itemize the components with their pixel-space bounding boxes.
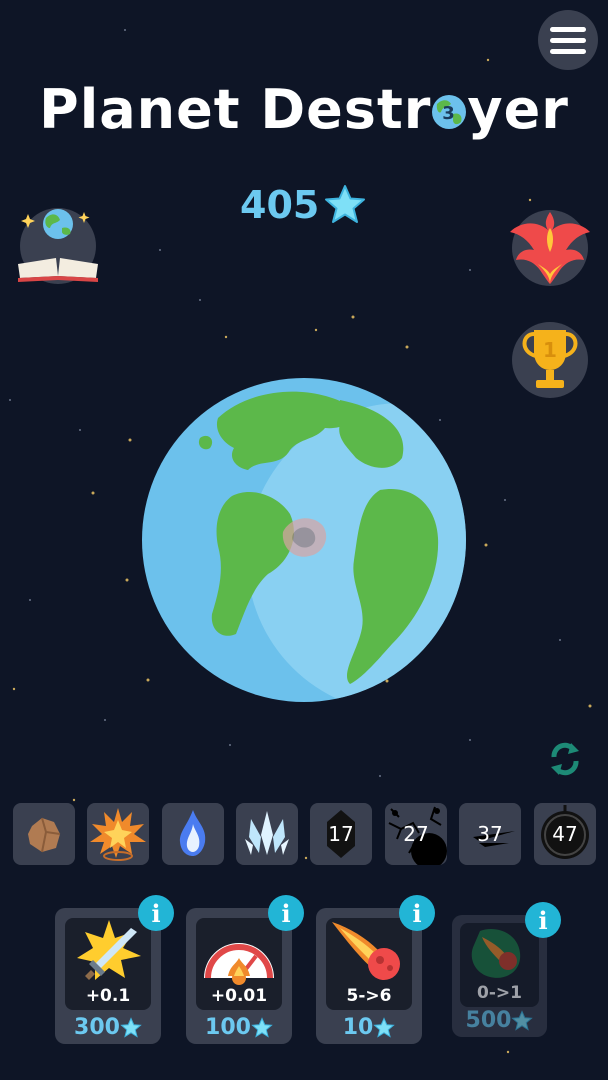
ice-crystal-icon <box>245 811 289 855</box>
upgrade-cost: 10 <box>316 1015 422 1040</box>
info-button[interactable]: i <box>399 895 435 931</box>
menu-button[interactable] <box>538 10 598 70</box>
element-explosion[interactable] <box>87 803 149 865</box>
element-dark-crystal[interactable]: 17 <box>310 803 372 865</box>
info-button[interactable]: i <box>525 902 561 938</box>
star-icon <box>325 185 366 223</box>
element-ice-crystal[interactable] <box>236 803 298 865</box>
element-unlock-level: 27 <box>403 822 429 846</box>
blue-fire-icon <box>179 810 206 856</box>
element-black-hole-cracks[interactable]: 27 <box>385 803 447 865</box>
upgrade-cost-value: 10 <box>342 1015 374 1040</box>
score-value: 405 <box>240 183 320 227</box>
green-meteor-icon <box>471 929 521 978</box>
upgrade-icon-frame: 0->1 <box>460 923 539 1007</box>
menu-bar <box>550 26 586 32</box>
game-title: Planet Destr 3 yer <box>0 78 608 141</box>
element-dark-slash[interactable]: 37 <box>459 803 521 865</box>
title-planet-icon: 3 <box>431 80 467 129</box>
upgrade-icon-frame: +0.1 <box>65 918 151 1010</box>
title-planet-badge: 3 <box>443 103 457 124</box>
book-globe-icon <box>18 209 98 282</box>
element-rock[interactable] <box>13 803 75 865</box>
encyclopedia-button[interactable] <box>18 208 98 284</box>
planet-earth[interactable] <box>140 378 468 702</box>
meteor-icon <box>332 922 400 980</box>
explosion-icon <box>90 808 146 861</box>
upgrade-cost-value: 300 <box>74 1015 120 1040</box>
star-icon <box>251 1016 273 1038</box>
upgrade-cost: 300 <box>55 1015 161 1040</box>
phoenix-button[interactable] <box>510 210 590 286</box>
upgrade-icon-frame: 5->6 <box>326 918 412 1010</box>
upgrade-icon-frame: +0.01 <box>196 918 282 1010</box>
title-text-end: yer <box>467 78 569 141</box>
svg-text:1: 1 <box>543 338 557 362</box>
element-dark-orb[interactable]: 47 <box>534 803 596 865</box>
rock-icon <box>28 817 61 853</box>
star-icon <box>120 1016 142 1038</box>
sword-icon <box>77 920 141 980</box>
refresh-icon[interactable] <box>546 740 584 778</box>
speedometer-icon <box>204 943 274 985</box>
upgrade-damage[interactable]: +0.1 300 <box>55 908 161 1044</box>
upgrade-meteor-count[interactable]: 5->6 10 <box>316 908 422 1044</box>
star-icon <box>511 1009 534 1031</box>
upgrade-effect: +0.1 <box>85 986 131 1006</box>
menu-bar <box>550 48 586 54</box>
leaderboard-button[interactable]: 1 <box>512 322 588 398</box>
upgrade-cost: 100 <box>186 1015 292 1040</box>
element-unlock-level: 17 <box>328 822 354 846</box>
star-icon <box>373 1016 396 1038</box>
upgrade-cost-value: 100 <box>205 1015 251 1040</box>
upgrade-effect: 5->6 <box>346 986 392 1006</box>
element-unlock-level: 47 <box>552 822 578 846</box>
info-button[interactable]: i <box>138 895 174 931</box>
upgrade-effect: 0->1 <box>477 983 522 1003</box>
upgrade-cost: 500 <box>452 1008 547 1033</box>
score-display: 405 <box>240 180 367 230</box>
title-text-start: Planet Destr <box>39 78 432 141</box>
phoenix-icon <box>510 212 590 284</box>
upgrade-cost-value: 500 <box>465 1008 512 1033</box>
menu-bar <box>550 37 586 43</box>
trophy-icon: 1 <box>522 330 578 388</box>
upgrade-effect: +0.01 <box>210 986 268 1006</box>
element-blue-fire[interactable] <box>162 803 224 865</box>
element-unlock-level: 37 <box>477 822 503 846</box>
info-button[interactable]: i <box>268 895 304 931</box>
element-bar: 17 27 37 47 <box>0 803 608 865</box>
